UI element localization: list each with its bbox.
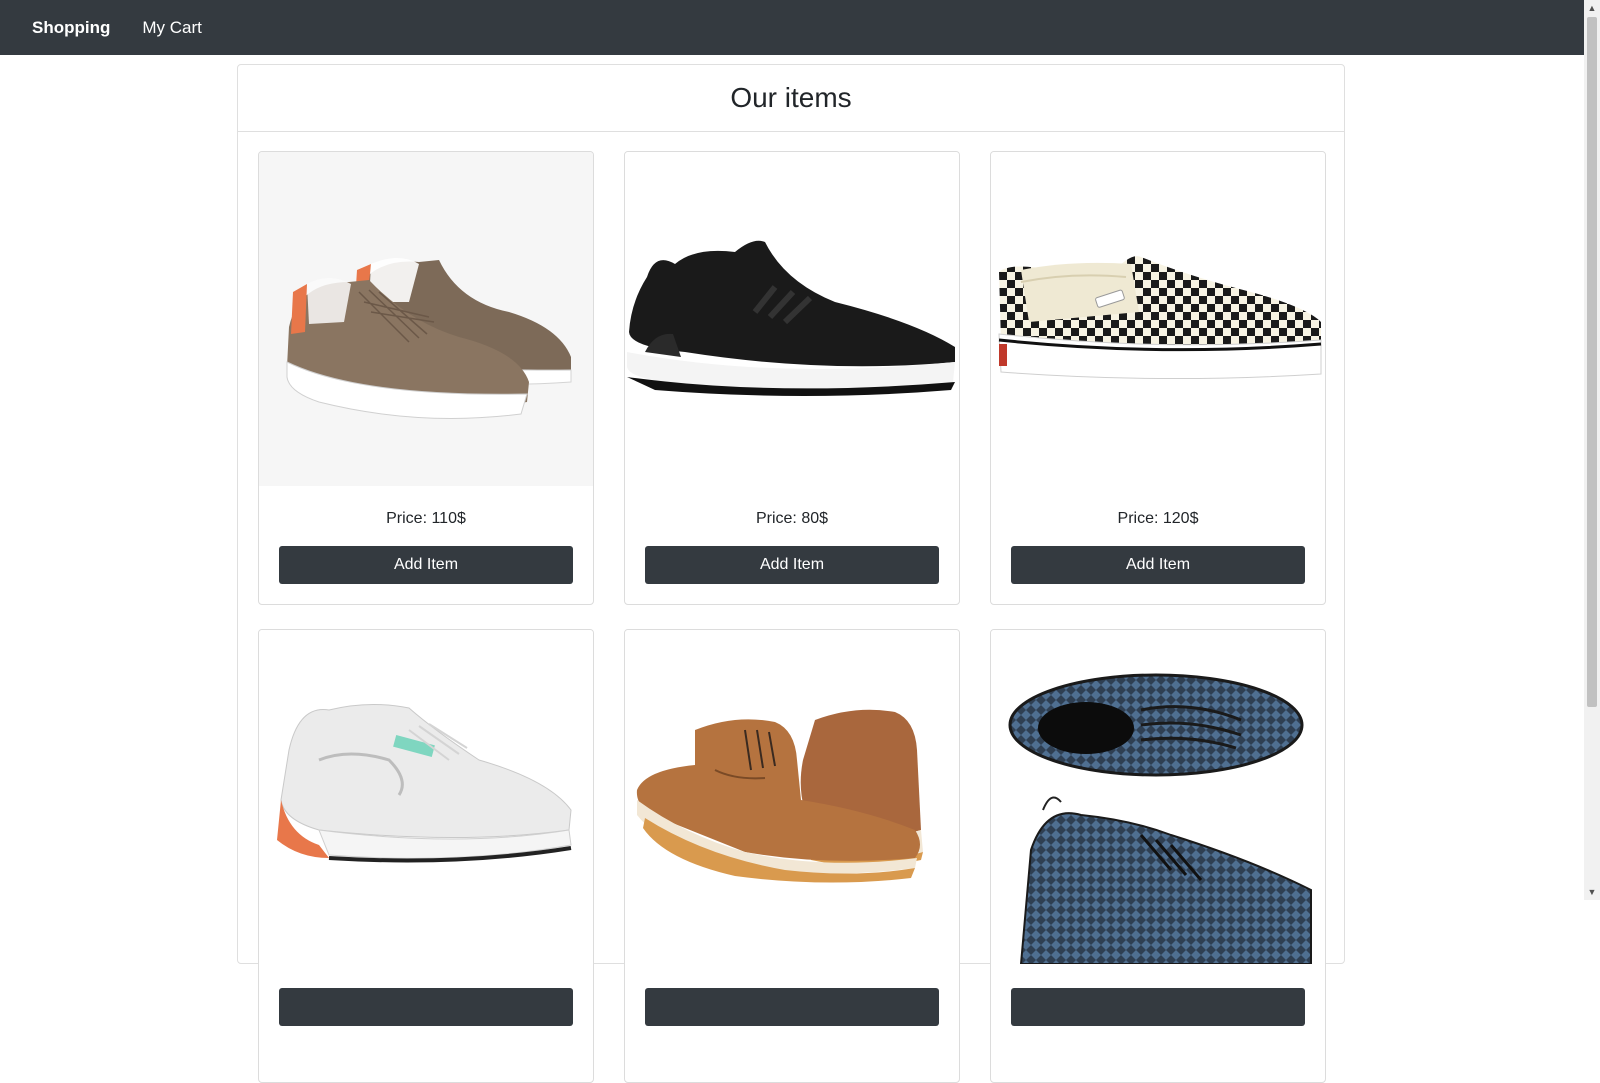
my-cart-link[interactable]: My Cart bbox=[142, 18, 202, 38]
scroll-up-arrow-icon[interactable]: ▲ bbox=[1584, 0, 1600, 16]
add-item-button[interactable]: Add Item bbox=[279, 546, 573, 584]
product-card: Price: 110$ Add Item bbox=[258, 151, 594, 605]
add-item-button[interactable] bbox=[1011, 988, 1305, 1026]
product-image-checkered-slip-on bbox=[991, 152, 1325, 486]
product-card: Price: 120$ Add Item bbox=[990, 151, 1326, 605]
scrollbar-thumb[interactable] bbox=[1587, 17, 1597, 707]
items-panel: Our items Price: 110$ Add Item Price: 80… bbox=[237, 64, 1345, 1083]
vertical-scrollbar[interactable]: ▲ ▼ bbox=[1584, 0, 1600, 900]
product-card bbox=[258, 629, 594, 1083]
product-price: Price: 110$ bbox=[386, 510, 466, 527]
page-title: Our items bbox=[730, 82, 852, 113]
product-image-black-running-shoe bbox=[625, 152, 959, 486]
add-item-button[interactable] bbox=[645, 988, 939, 1026]
add-item-button[interactable] bbox=[279, 988, 573, 1026]
product-image-white-chunky-sneaker bbox=[259, 630, 593, 964]
product-image-blue-knit-sneakers bbox=[991, 630, 1325, 964]
brand-link[interactable]: Shopping bbox=[32, 18, 110, 38]
panel-header: Our items bbox=[238, 65, 1344, 132]
product-image-brown-leather-boots bbox=[625, 630, 959, 964]
product-grid: Price: 110$ Add Item Price: 80$ Add Item bbox=[258, 151, 1326, 1083]
product-price: Price: 80$ bbox=[755, 510, 829, 527]
add-item-button[interactable]: Add Item bbox=[1011, 546, 1305, 584]
top-navbar: Shopping My Cart bbox=[0, 0, 1584, 55]
scroll-down-arrow-icon[interactable]: ▼ bbox=[1584, 884, 1600, 900]
product-card: Price: 80$ Add Item bbox=[624, 151, 960, 605]
product-price: Price: 120$ bbox=[1117, 510, 1199, 527]
add-item-button[interactable]: Add Item bbox=[645, 546, 939, 584]
product-card bbox=[990, 629, 1326, 1083]
product-card bbox=[624, 629, 960, 1083]
product-image-brown-suede-sneakers bbox=[259, 152, 593, 486]
